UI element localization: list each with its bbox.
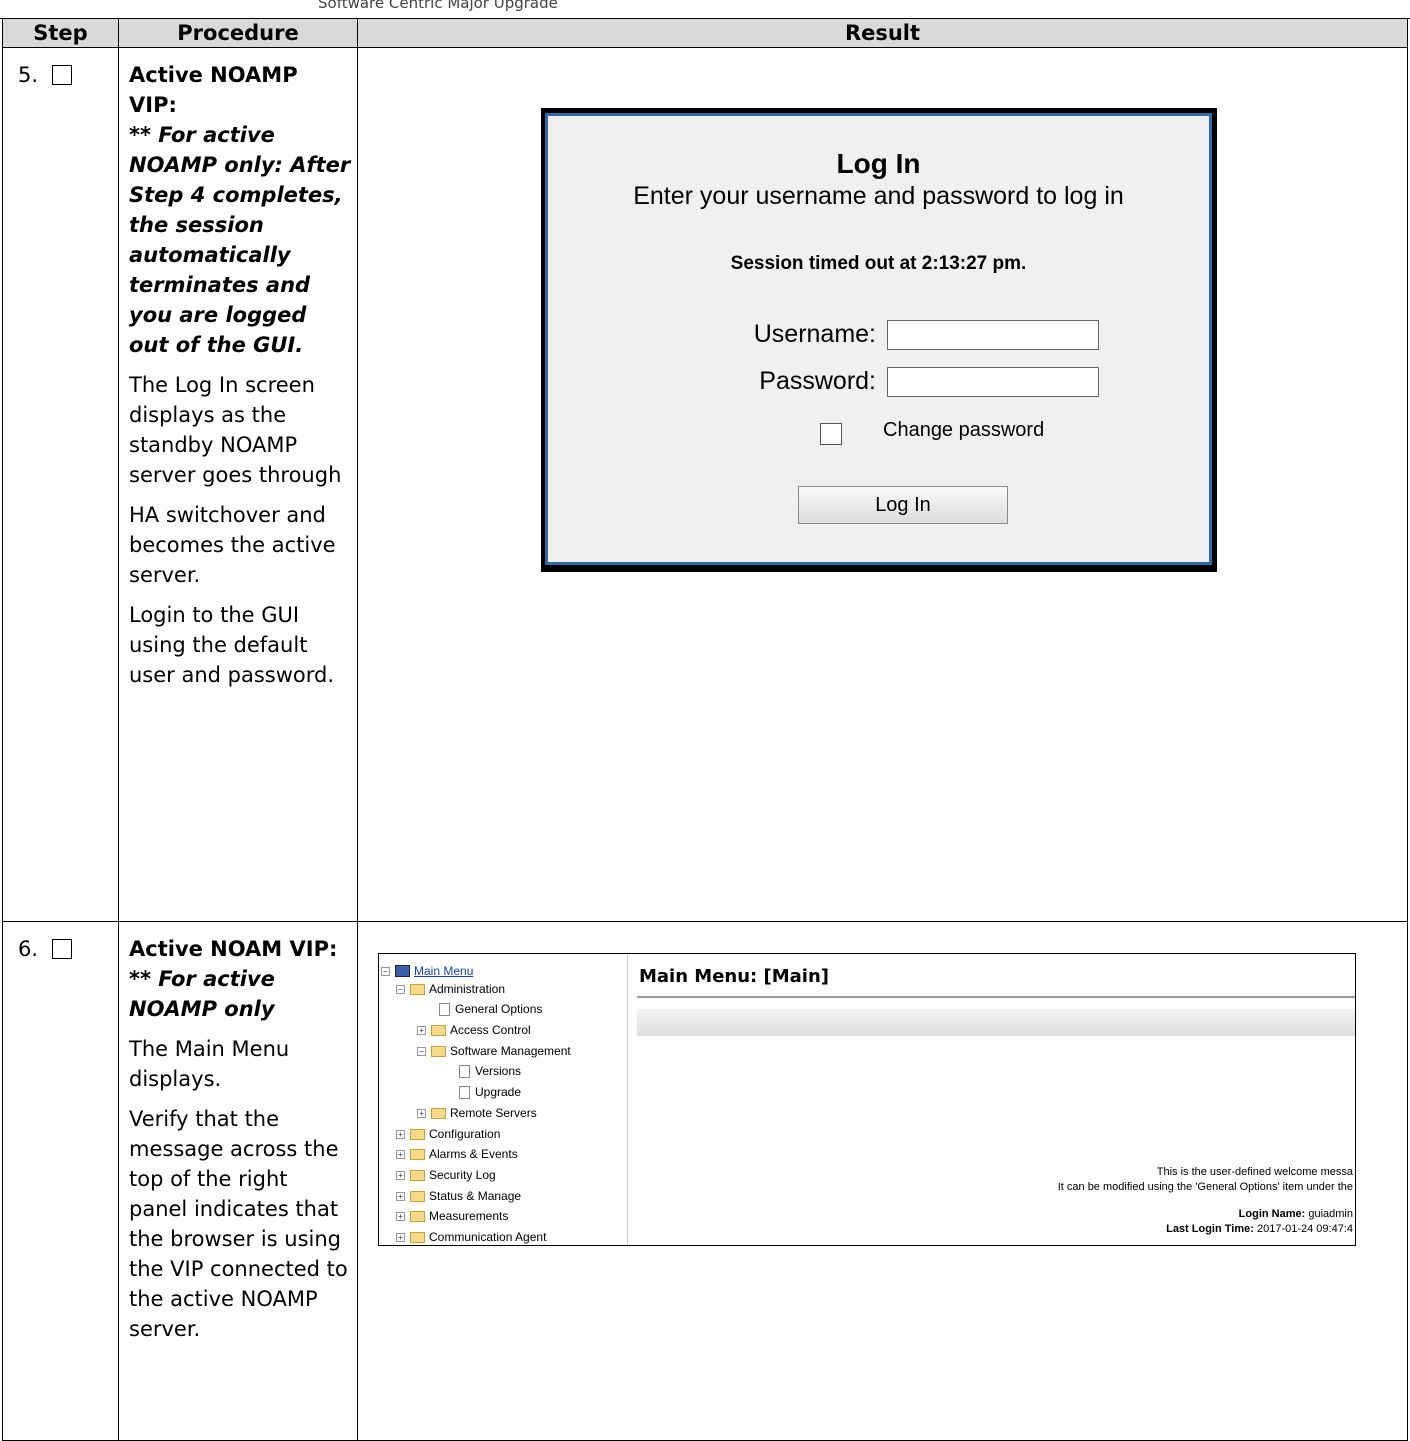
header-procedure: Procedure (118, 18, 358, 48)
tree-item-security-log[interactable]: + Security Log (396, 1168, 496, 1182)
tree-item-status-manage[interactable]: + Status & Manage (396, 1189, 521, 1203)
login-name-line: Login Name: guiadmin (1239, 1208, 1353, 1220)
collapse-icon: − (396, 984, 405, 994)
step-number: 6. (18, 937, 39, 961)
main-panel: Main Menu: [Main] This is the user-defin… (637, 954, 1355, 1245)
table-header-row: Step Procedure Result (2, 18, 1408, 48)
main-panel-title: Main Menu: [Main] (639, 966, 830, 987)
running-header: Software Centric Major Upgrade (0, 0, 1410, 19)
result-cell: − Main Menu − Administration General Opt… (357, 921, 1408, 1441)
menu-tree: − Main Menu − Administration General Opt… (379, 954, 628, 1245)
folder-icon (410, 1190, 425, 1202)
folder-icon (410, 1210, 425, 1222)
expand-icon: + (396, 1149, 405, 1159)
folder-icon (410, 1231, 425, 1243)
welcome-message-1: This is the user-defined welcome messa (1156, 1166, 1353, 1178)
header-step: Step (2, 18, 119, 48)
procedure-table: Step Procedure Result 5. Active NOAMP VI… (2, 18, 1408, 1441)
tree-item-communication-agent[interactable]: + Communication Agent (396, 1230, 546, 1244)
tree-item-software-management[interactable]: − Software Management (417, 1044, 571, 1058)
expand-icon: + (417, 1108, 426, 1118)
tree-item-measurements[interactable]: + Measurements (396, 1209, 508, 1223)
procedure-title: Active NOAM VIP: (129, 937, 338, 961)
procedure-text: Verify that the message across the top o… (129, 1107, 348, 1341)
tree-item-alarms-events[interactable]: + Alarms & Events (396, 1147, 518, 1161)
login-title: Log In (836, 148, 921, 179)
username-input[interactable] (887, 320, 1099, 350)
procedure-text: HA switchover and becomes the active ser… (129, 503, 336, 587)
expand-icon: + (396, 1129, 405, 1139)
page-icon (459, 1064, 470, 1078)
procedure-note: ** For active NOAMP only: After Step 4 c… (129, 123, 351, 357)
page-icon (459, 1085, 470, 1099)
tree-item-versions[interactable]: Versions (459, 1064, 521, 1078)
result-cell: Log In Enter your username and password … (357, 47, 1408, 922)
last-login-value: 2017-01-24 09:47:4 (1256, 1223, 1353, 1235)
step-checkbox[interactable] (52, 65, 73, 85)
login-button[interactable]: Log In (798, 486, 1008, 524)
session-timeout-message: Session timed out at 2:13:27 pm. (730, 253, 1027, 274)
login-name-label: Login Name: (1238, 1208, 1306, 1220)
folder-icon (410, 983, 425, 995)
tree-item-remote-servers[interactable]: + Remote Servers (417, 1106, 537, 1120)
last-login-line: Last Login Time: 2017-01-24 09:47:4 (1166, 1223, 1353, 1235)
change-password-checkbox[interactable] (820, 423, 842, 445)
step-cell: 6. (2, 921, 119, 1441)
step-checkbox[interactable] (52, 939, 73, 959)
expand-icon: + (396, 1211, 405, 1221)
procedure-text: The Log In screen displays as the standb… (129, 373, 342, 487)
tree-item-general-options[interactable]: General Options (439, 1002, 542, 1016)
welcome-message-2: It can be modified using the 'General Op… (1057, 1181, 1353, 1193)
collapse-icon: − (381, 966, 390, 976)
step-cell: 5. (2, 47, 119, 922)
folder-icon (431, 1107, 446, 1119)
expand-icon: + (417, 1025, 426, 1035)
folder-icon (410, 1128, 425, 1140)
expand-icon: + (396, 1191, 405, 1201)
computer-icon (395, 965, 410, 977)
procedure-title: Active NOAMP VIP: (129, 63, 298, 117)
collapse-icon: − (417, 1046, 426, 1056)
folder-icon (410, 1169, 425, 1181)
password-input[interactable] (887, 367, 1099, 397)
main-menu-screenshot: − Main Menu − Administration General Opt… (378, 953, 1356, 1246)
tree-item-main-menu[interactable]: − Main Menu (381, 964, 473, 978)
login-screenshot: Log In Enter your username and password … (541, 108, 1217, 572)
tree-item-upgrade[interactable]: Upgrade (459, 1085, 521, 1099)
tree-item-configuration[interactable]: + Configuration (396, 1127, 500, 1141)
running-header-text: Software Centric Major Upgrade (318, 0, 558, 12)
expand-icon: + (396, 1170, 405, 1180)
login-subtitle: Enter your username and password to log … (633, 182, 1124, 210)
table-row: 6. Active NOAM VIP: ** For active NOAMP … (2, 921, 1408, 1441)
procedure-cell: Active NOAMP VIP: ** For active NOAMP on… (118, 47, 358, 922)
folder-icon (410, 1148, 425, 1160)
toolbar-bar (637, 1009, 1355, 1036)
login-panel: Log In Enter your username and password … (545, 113, 1212, 565)
tree-item-access-control[interactable]: + Access Control (417, 1023, 531, 1037)
step-number: 5. (18, 63, 39, 87)
last-login-label: Last Login Time: (1166, 1223, 1254, 1235)
procedure-cell: Active NOAM VIP: ** For active NOAMP onl… (118, 921, 358, 1441)
procedure-text: The Main Menu displays. (129, 1037, 290, 1091)
procedure-text: Login to the GUI using the default user … (129, 603, 335, 687)
folder-icon (431, 1045, 446, 1057)
procedure-note: ** For active NOAMP only (129, 967, 275, 1021)
tree-item-administration[interactable]: − Administration (396, 982, 505, 996)
password-label: Password: (759, 367, 876, 395)
username-label: Username: (753, 320, 876, 348)
login-name-value: guiadmin (1308, 1208, 1353, 1220)
header-result: Result (357, 18, 1408, 48)
options-icon (439, 1002, 450, 1016)
title-divider (637, 996, 1355, 998)
table-row: 5. Active NOAMP VIP: ** For active NOAMP… (2, 47, 1408, 922)
folder-icon (431, 1024, 446, 1036)
expand-icon: + (396, 1232, 405, 1242)
change-password-label: Change password (883, 419, 1045, 441)
